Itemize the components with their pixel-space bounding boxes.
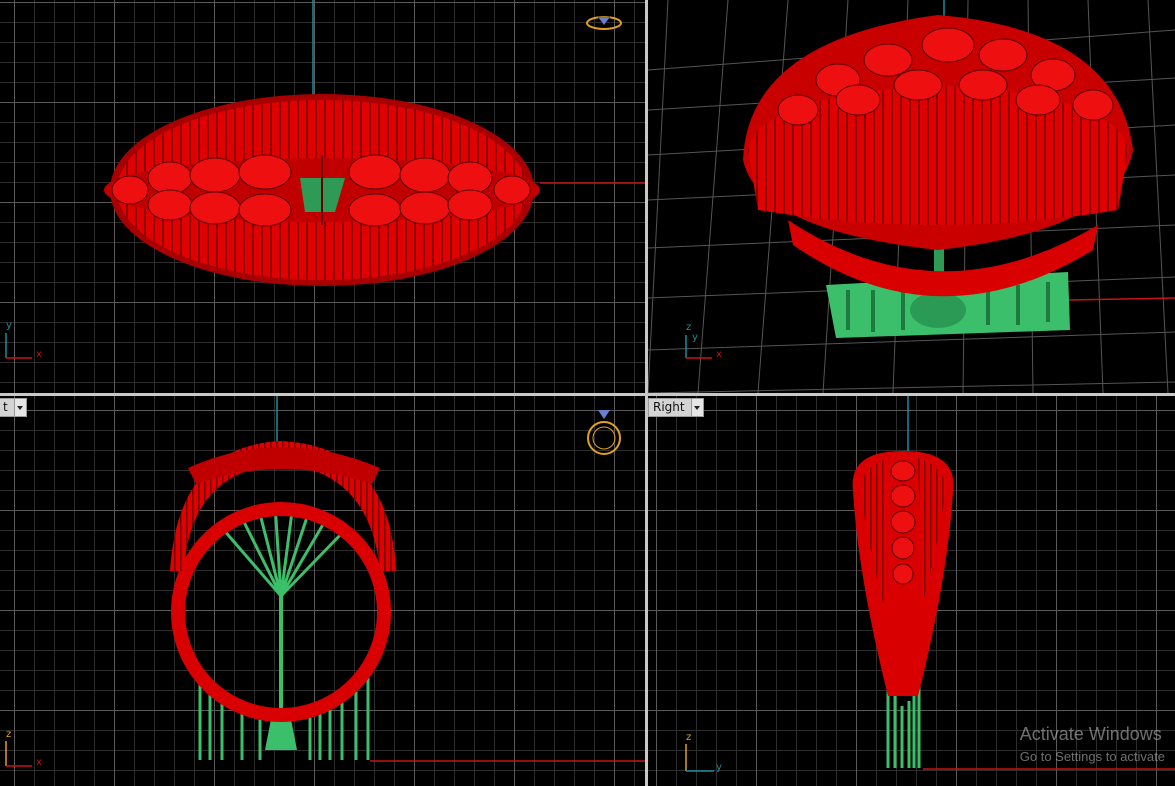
perspective-axis-x-label: x [716,349,722,360]
top-axis-y-label: y [6,320,12,331]
front-axis-z-label: z [6,729,12,740]
right-axis-y-label: y [716,762,722,773]
viewport-divider-horizontal[interactable] [0,393,1175,396]
front-axis-indicator [5,741,32,767]
ring-model-right[interactable] [852,451,954,768]
viewport-front[interactable]: t z x [0,396,645,786]
windows-activation-watermark: Activate Windows Go to Settings to activ… [1020,724,1165,764]
top-axis-x-label: x [36,349,42,360]
viewport-top[interactable]: y x [0,0,645,393]
ring-model-front[interactable] [170,441,396,760]
front-axis-x-label: x [36,757,42,768]
ring-top-icon[interactable] [586,16,622,30]
perspective-axis-y-label: y [692,332,698,343]
ring-front-icon[interactable] [587,410,621,455]
ring-model-perspective[interactable] [743,15,1133,338]
top-axis-indicator [5,333,32,359]
perspective-view-canvas [648,0,1175,393]
right-axis-indicator [685,744,714,772]
watermark-title: Activate Windows [1019,724,1162,744]
right-axis-z-label: z [686,732,692,743]
ring-model-top[interactable] [104,94,540,286]
front-view-canvas [5,396,645,767]
viewport-perspective[interactable]: z y x [648,0,1175,393]
top-view-canvas [5,0,645,359]
perspective-axis-z-label: z [686,322,692,333]
perspective-axis-indicator [685,335,712,359]
watermark-subtitle: Go to Settings to activate [1019,749,1165,764]
